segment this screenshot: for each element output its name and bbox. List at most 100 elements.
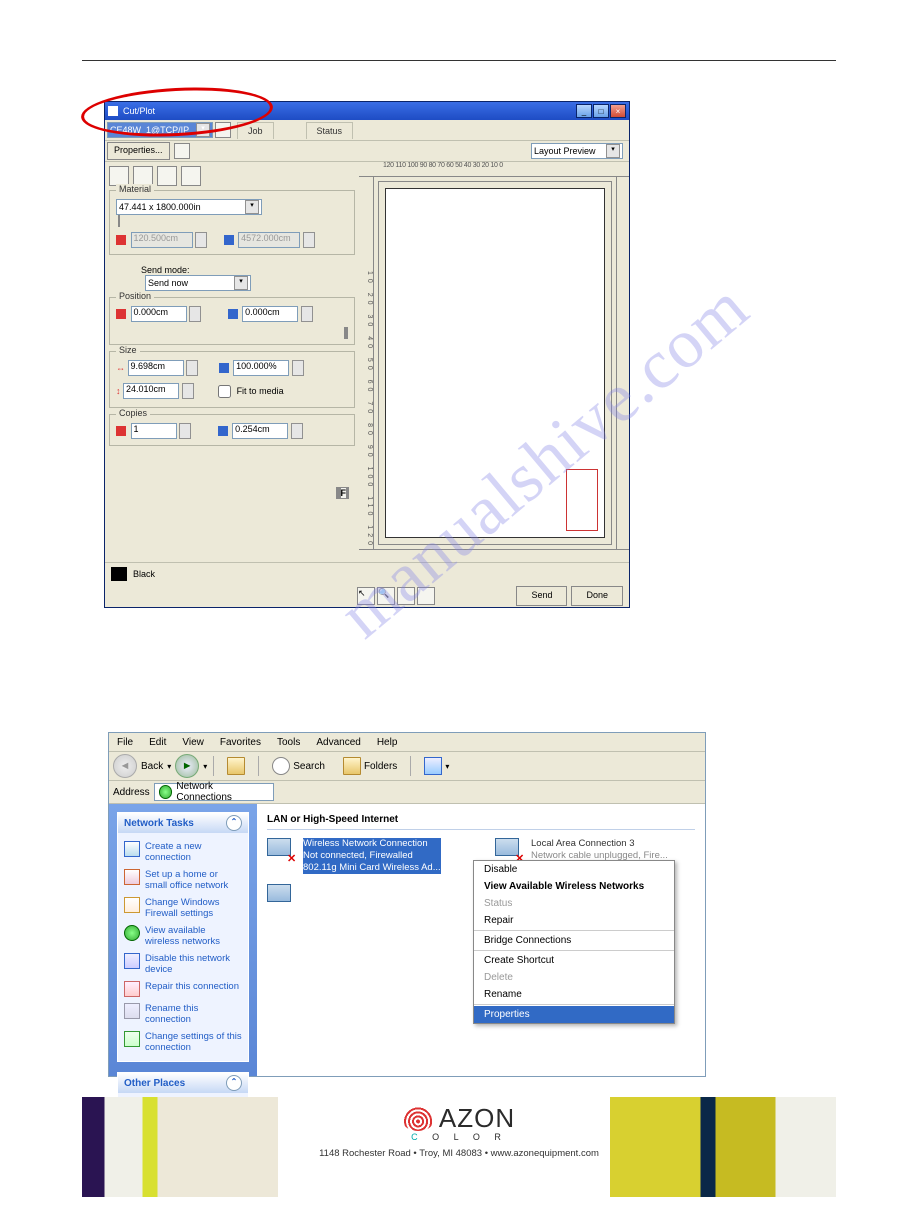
collapse-icon[interactable]: ⌃ — [226, 1075, 242, 1091]
spinner[interactable] — [301, 306, 313, 322]
send-mode-label: Send mode: — [141, 265, 190, 275]
tool-icon-2[interactable] — [133, 166, 153, 186]
address-value: Network Connections — [176, 781, 268, 803]
connection-extra[interactable] — [267, 884, 467, 912]
tool-icon-4[interactable] — [181, 166, 201, 186]
close-button[interactable]: × — [610, 104, 626, 118]
menu-help[interactable]: Help — [377, 737, 398, 748]
done-button[interactable]: Done — [571, 586, 623, 606]
fit-to-media-checkbox[interactable] — [218, 385, 231, 398]
zoom-icon[interactable]: 🔍 — [377, 587, 395, 605]
connection-wireless[interactable]: ✕ Wireless Network Connection Not connec… — [267, 838, 467, 874]
material-legend: Material — [116, 184, 154, 194]
tab-status[interactable]: Status — [306, 122, 354, 139]
disable-icon — [124, 953, 140, 969]
tab-job[interactable]: Job — [237, 122, 274, 139]
size-pct-input[interactable]: 100.000% — [233, 360, 289, 376]
material-width: 120.500cm — [131, 232, 193, 248]
menu-view[interactable]: View — [182, 737, 204, 748]
size-w-input[interactable]: 9.698cm — [128, 360, 184, 376]
send-mode-dropdown[interactable]: Send now ▾ — [145, 275, 251, 291]
refresh-icon[interactable] — [215, 122, 231, 138]
task-rename[interactable]: Rename this connection — [124, 1000, 242, 1028]
firewall-icon — [124, 897, 140, 913]
page-icon[interactable] — [346, 327, 348, 339]
folders-icon — [343, 757, 361, 775]
pointer-icon[interactable]: ↖ — [357, 587, 375, 605]
cm-disable[interactable]: Disable — [474, 861, 674, 878]
scrollbar-v[interactable] — [616, 177, 629, 549]
scrollbar-h[interactable] — [359, 549, 629, 562]
preview-icon-1[interactable] — [397, 587, 415, 605]
tool-icon-1[interactable] — [109, 166, 129, 186]
reload-icon[interactable] — [174, 143, 190, 159]
printer-dropdown-value: CE48W_1@TCP/IP — [110, 125, 189, 135]
size-h-input[interactable]: 24.010cm — [123, 383, 179, 399]
menu-file[interactable]: File — [117, 737, 133, 748]
task-create-connection[interactable]: Create a new connection — [124, 838, 242, 866]
search-icon — [272, 757, 290, 775]
menu-favorites[interactable]: Favorites — [220, 737, 261, 748]
task-disable[interactable]: Disable this network device — [124, 950, 242, 978]
color-swatch[interactable] — [111, 567, 127, 581]
back-button[interactable]: ◄ — [113, 754, 137, 778]
search-button[interactable]: Search — [265, 754, 332, 778]
pos-x-input[interactable]: 0.000cm — [131, 306, 187, 322]
separator — [474, 930, 674, 931]
forward-button[interactable]: ► — [175, 754, 199, 778]
tool-icon-3[interactable] — [157, 166, 177, 186]
options-panel: Material 47.441 x 1800.000in ▾ 120.500cm — [105, 162, 359, 562]
cm-shortcut[interactable]: Create Shortcut — [474, 952, 674, 969]
width-arrow-icon: ↔ — [116, 362, 125, 372]
cm-view-wireless[interactable]: View Available Wireless Networks — [474, 878, 674, 895]
chevron-down-icon: ▾ — [196, 123, 210, 137]
spinner[interactable] — [179, 423, 191, 439]
spinner[interactable] — [292, 360, 304, 376]
folders-button[interactable]: Folders — [336, 754, 404, 778]
minimize-button[interactable]: _ — [576, 104, 592, 118]
menu-edit[interactable]: Edit — [149, 737, 166, 748]
rename-icon — [124, 1003, 140, 1019]
spinner[interactable] — [186, 360, 198, 376]
views-button[interactable]: ▾ — [417, 754, 456, 778]
cm-bridge[interactable]: Bridge Connections — [474, 932, 674, 949]
material-rotate-icon[interactable] — [118, 215, 120, 227]
menu-advanced[interactable]: Advanced — [316, 737, 360, 748]
cm-repair[interactable]: Repair — [474, 912, 674, 929]
canvas[interactable] — [378, 181, 612, 545]
task-repair[interactable]: Repair this connection — [124, 978, 242, 1000]
send-button[interactable]: Send — [516, 586, 567, 606]
height-icon — [224, 235, 234, 245]
task-firewall[interactable]: Change Windows Firewall settings — [124, 894, 242, 922]
printer-dropdown[interactable]: CE48W_1@TCP/IP ▾ — [107, 122, 213, 138]
copies-legend: Copies — [116, 408, 150, 418]
task-setup-home[interactable]: Set up a home or small office network — [124, 866, 242, 894]
footer-tool-f[interactable]: F — [340, 487, 348, 499]
spinner[interactable] — [182, 383, 194, 399]
spinner[interactable] — [189, 306, 201, 322]
spinner[interactable] — [291, 423, 303, 439]
collapse-icon[interactable]: ⌃ — [226, 815, 242, 831]
menu-tools[interactable]: Tools — [277, 737, 300, 748]
material-dropdown[interactable]: 47.441 x 1800.000in ▾ — [116, 199, 262, 215]
layout-preview-value: Layout Preview — [534, 146, 596, 156]
new-conn-icon — [124, 841, 140, 857]
azon-subtitle: C O L O R — [319, 1132, 599, 1142]
properties-button[interactable]: Properties... — [107, 142, 170, 160]
cm-rename[interactable]: Rename — [474, 986, 674, 1003]
cm-properties[interactable]: Properties — [474, 1006, 674, 1023]
preview-icon-2[interactable] — [417, 587, 435, 605]
titlebar: Cut/Plot _ □ × — [105, 102, 629, 120]
layout-preview-dropdown[interactable]: Layout Preview ▾ — [531, 143, 623, 159]
pos-y-input[interactable]: 0.000cm — [242, 306, 298, 322]
azon-logo-text: AZON — [439, 1103, 515, 1134]
copies-input[interactable]: 1 — [131, 423, 177, 439]
task-view-wireless[interactable]: View available wireless networks — [124, 922, 242, 950]
task-settings[interactable]: Change settings of this connection — [124, 1028, 242, 1056]
footer-tool-4[interactable] — [347, 487, 349, 499]
maximize-button[interactable]: □ — [593, 104, 609, 118]
address-input[interactable]: Network Connections — [154, 783, 274, 801]
up-button[interactable] — [220, 754, 252, 778]
spacing-icon — [218, 426, 228, 436]
spacing-input[interactable]: 0.254cm — [232, 423, 288, 439]
